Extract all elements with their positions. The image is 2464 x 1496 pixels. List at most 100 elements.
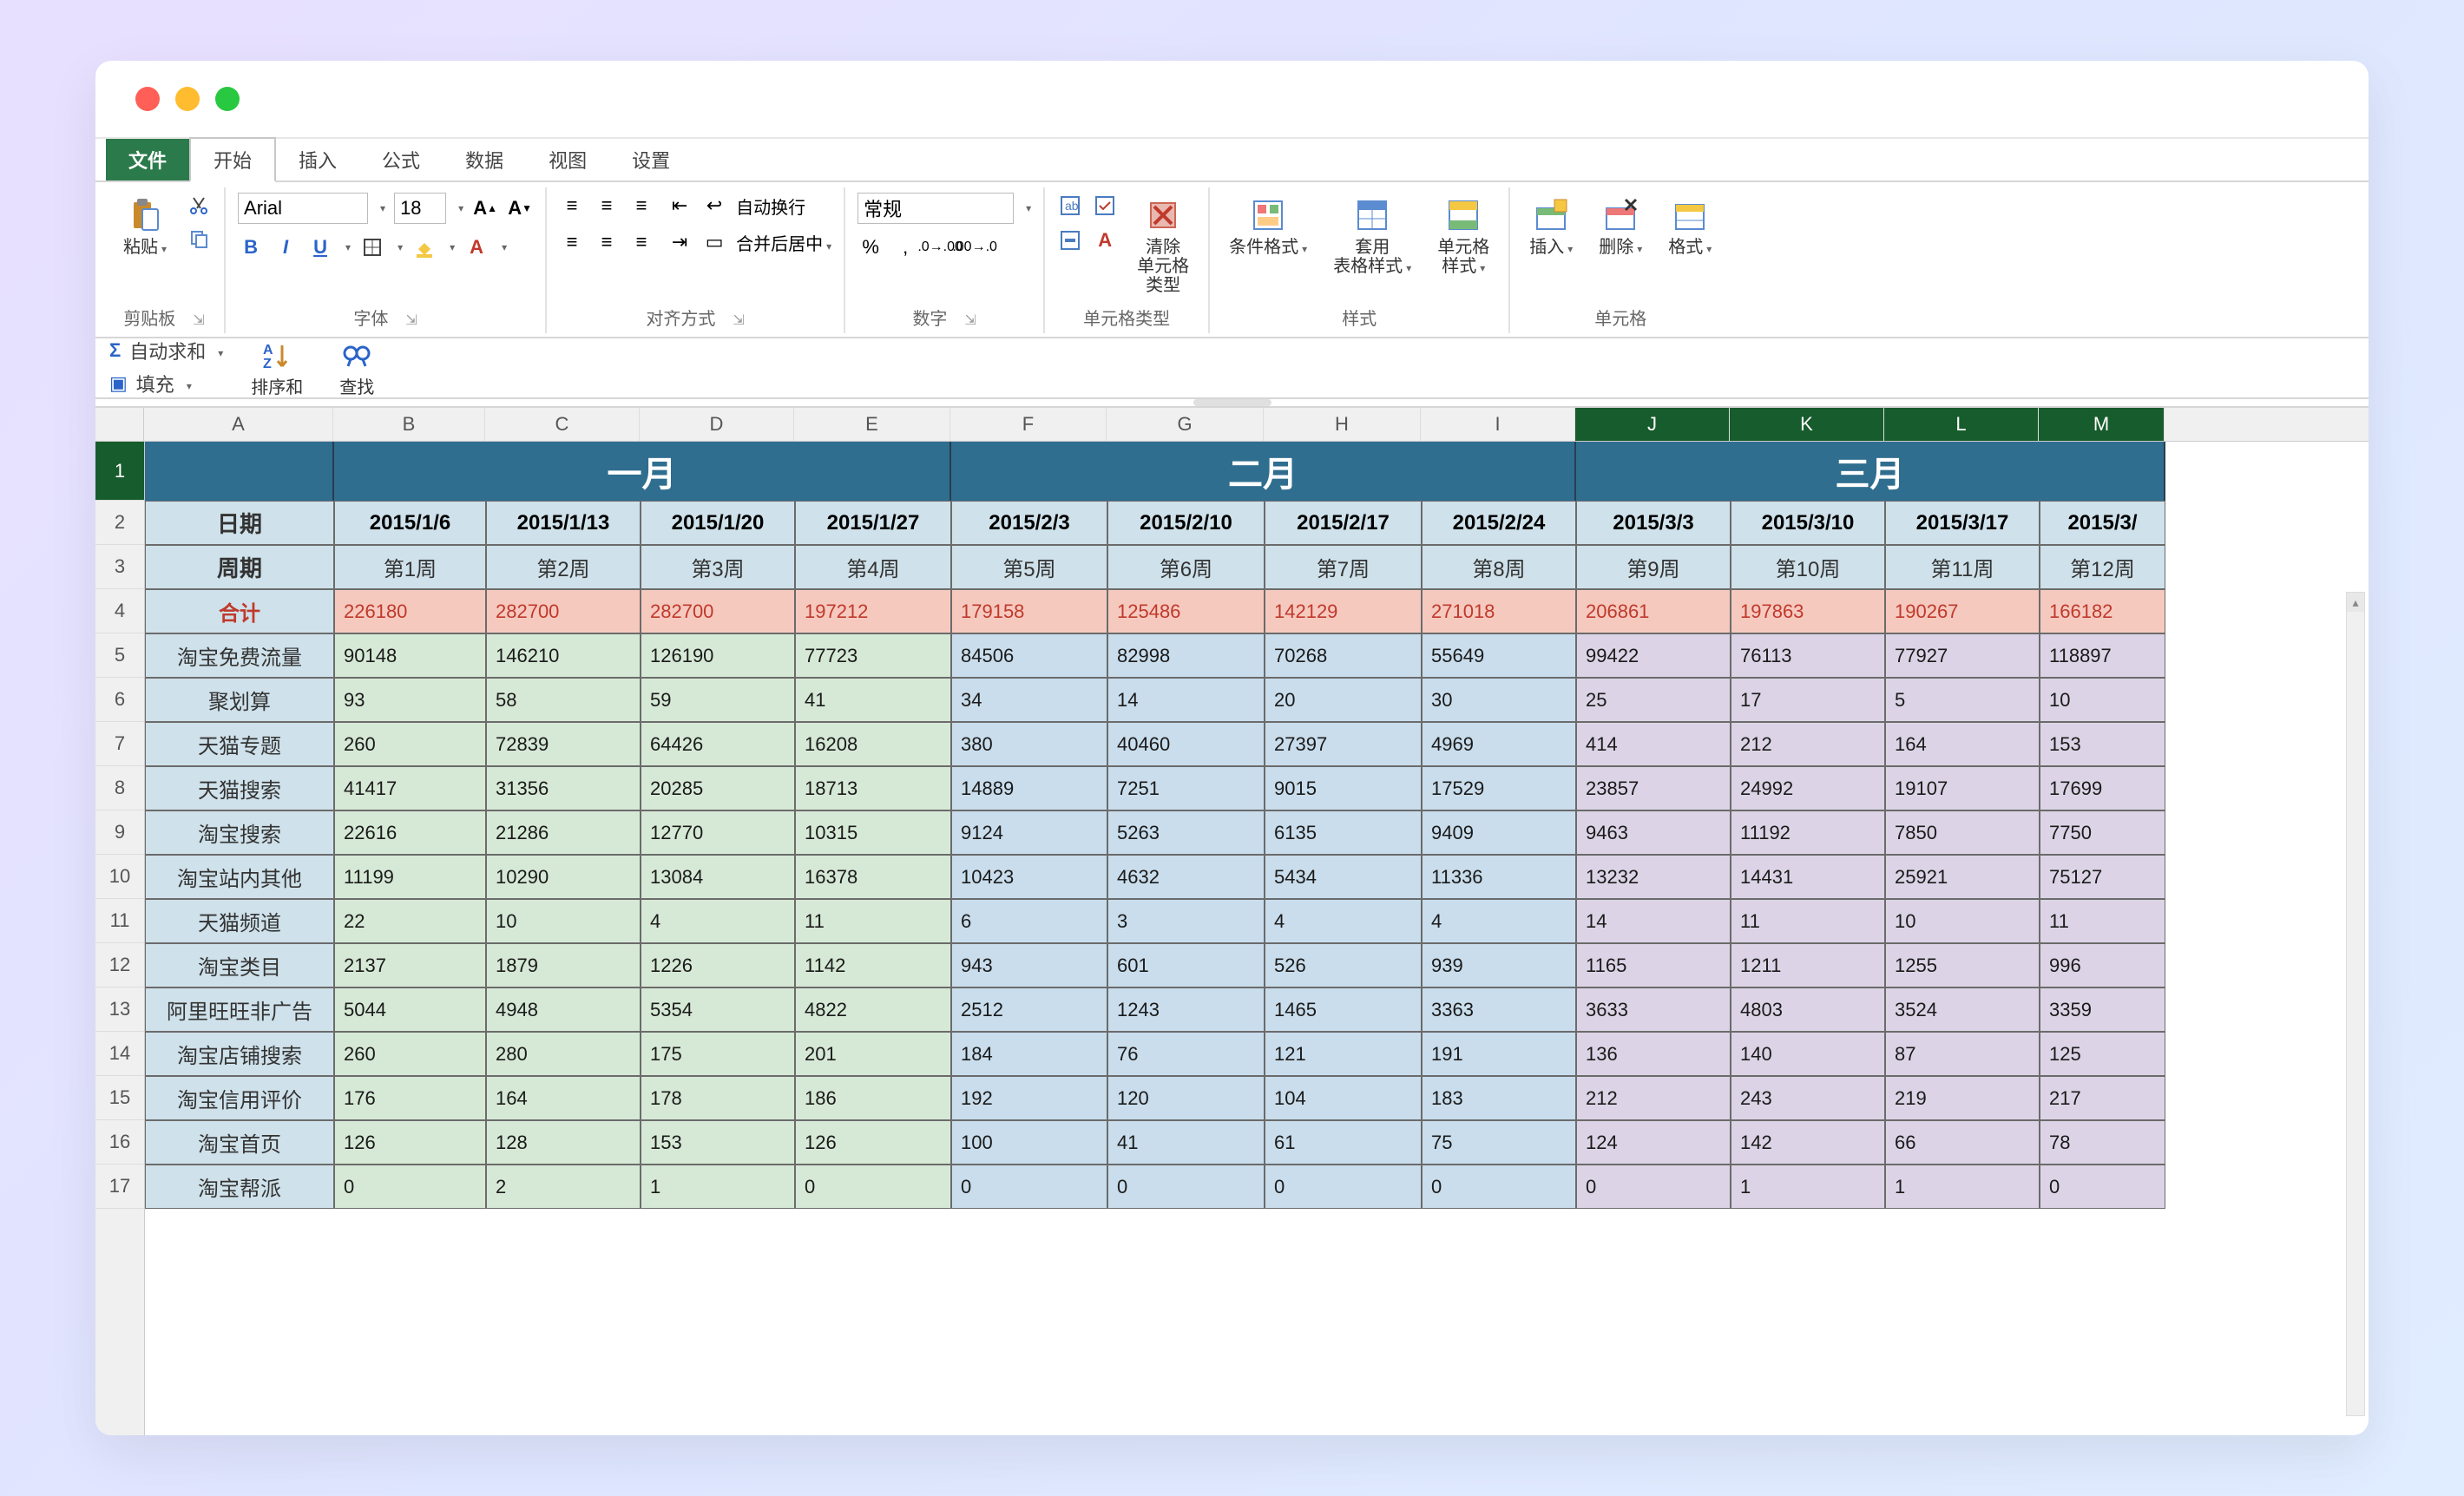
column-header-I[interactable]: I	[1421, 408, 1575, 441]
cell-r14-cF[interactable]: 184	[951, 1032, 1107, 1076]
cell-r2-cL[interactable]: 2015/3/17	[1885, 501, 2040, 545]
row-label-13[interactable]: 阿里旺旺非广告	[145, 987, 334, 1032]
cell-r6-cE[interactable]: 41	[795, 678, 951, 722]
row-header-5[interactable]: 5	[95, 633, 144, 678]
cell-r10-cC[interactable]: 10290	[486, 855, 641, 899]
copy-icon[interactable]	[186, 226, 212, 252]
cell-r15-cB[interactable]: 176	[334, 1076, 486, 1120]
cell-r8-cG[interactable]: 7251	[1107, 766, 1265, 810]
cell-r16-cG[interactable]: 41	[1107, 1120, 1265, 1165]
cell-r17-cH[interactable]: 0	[1265, 1165, 1422, 1209]
cell-r6-cG[interactable]: 14	[1107, 678, 1265, 722]
row-header-10[interactable]: 10	[95, 855, 144, 899]
cell-r4-cK[interactable]: 197863	[1731, 589, 1885, 633]
cell-r10-cJ[interactable]: 13232	[1576, 855, 1731, 899]
celltype-icon-2[interactable]	[1092, 193, 1118, 219]
row-header-15[interactable]: 15	[95, 1076, 144, 1120]
cell-r13-cM[interactable]: 3359	[2040, 987, 2165, 1032]
row-label-9[interactable]: 淘宝搜索	[145, 810, 334, 855]
cell-r11-cF[interactable]: 6	[951, 899, 1107, 943]
align-left-icon[interactable]: ≡	[559, 229, 585, 255]
cell-r5-cF[interactable]: 84506	[951, 633, 1107, 678]
cell-r2-cE[interactable]: 2015/1/27	[795, 501, 951, 545]
wrap-text-button[interactable]: 自动换行	[736, 194, 805, 219]
tab-file[interactable]: 文件	[106, 139, 189, 180]
cell-r10-cM[interactable]: 75127	[2040, 855, 2165, 899]
cell-r8-cF[interactable]: 14889	[951, 766, 1107, 810]
row-header-11[interactable]: 11	[95, 899, 144, 943]
align-top-icon[interactable]: ≡	[559, 193, 585, 219]
cell-r5-cM[interactable]: 118897	[2040, 633, 2165, 678]
number-launcher-icon[interactable]: ⇲	[964, 313, 976, 328]
cell-r12-cL[interactable]: 1255	[1885, 943, 2040, 987]
border-icon[interactable]	[359, 234, 385, 260]
cell-r6-cI[interactable]: 30	[1422, 678, 1576, 722]
cell-r12-cB[interactable]: 2137	[334, 943, 486, 987]
cell-r14-cH[interactable]: 121	[1265, 1032, 1422, 1076]
cell-r9-cH[interactable]: 6135	[1265, 810, 1422, 855]
month-header-mar[interactable]: 三月	[1576, 442, 2165, 501]
cell-r11-cI[interactable]: 4	[1422, 899, 1576, 943]
cell-r11-cE[interactable]: 11	[795, 899, 951, 943]
row-header-4[interactable]: 4	[95, 589, 144, 633]
column-header-D[interactable]: D	[640, 408, 794, 441]
cell-r13-cI[interactable]: 3363	[1422, 987, 1576, 1032]
align-center-icon[interactable]: ≡	[594, 229, 620, 255]
cell-r16-cH[interactable]: 61	[1265, 1120, 1422, 1165]
tab-settings[interactable]: 设置	[609, 139, 693, 180]
cell-r9-cK[interactable]: 11192	[1731, 810, 1885, 855]
scroll-up-icon[interactable]: ▴	[2347, 593, 2364, 612]
cell-r9-cB[interactable]: 22616	[334, 810, 486, 855]
cell-r8-cL[interactable]: 19107	[1885, 766, 2040, 810]
autosum-dropdown-icon[interactable]	[214, 339, 223, 362]
cell-r9-cM[interactable]: 7750	[2040, 810, 2165, 855]
cell-r10-cK[interactable]: 14431	[1731, 855, 1885, 899]
cell-r5-cJ[interactable]: 99422	[1576, 633, 1731, 678]
cell-r14-cD[interactable]: 175	[641, 1032, 795, 1076]
cell-r7-cK[interactable]: 212	[1731, 722, 1885, 766]
cell-r11-cD[interactable]: 4	[641, 899, 795, 943]
cell-r17-cG[interactable]: 0	[1107, 1165, 1265, 1209]
cell-r6-cK[interactable]: 17	[1731, 678, 1885, 722]
row-label-10[interactable]: 淘宝站内其他	[145, 855, 334, 899]
cell-r11-cC[interactable]: 10	[486, 899, 641, 943]
cell-r7-cL[interactable]: 164	[1885, 722, 2040, 766]
cell-r9-cJ[interactable]: 9463	[1576, 810, 1731, 855]
cell-r2-cF[interactable]: 2015/2/3	[951, 501, 1107, 545]
cell-r6-cH[interactable]: 20	[1265, 678, 1422, 722]
row-header-13[interactable]: 13	[95, 987, 144, 1032]
decrease-decimal-icon[interactable]: .00→.0	[962, 234, 988, 260]
cell-r7-cD[interactable]: 64426	[641, 722, 795, 766]
tab-home[interactable]: 开始	[189, 137, 276, 182]
cell-r15-cE[interactable]: 186	[795, 1076, 951, 1120]
cell-r10-cG[interactable]: 4632	[1107, 855, 1265, 899]
column-header-C[interactable]: C	[485, 408, 640, 441]
cell-r3-cF[interactable]: 第5周	[951, 545, 1107, 589]
cell-r16-cK[interactable]: 142	[1731, 1120, 1885, 1165]
cell-r2-cK[interactable]: 2015/3/10	[1731, 501, 1885, 545]
cell-r10-cD[interactable]: 13084	[641, 855, 795, 899]
cell-r4-cI[interactable]: 271018	[1422, 589, 1576, 633]
row-label-week[interactable]: 周期	[145, 545, 334, 589]
increase-decimal-icon[interactable]: .0→.00	[927, 234, 953, 260]
fill-dropdown-icon[interactable]	[183, 372, 192, 395]
cell-r16-cC[interactable]: 128	[486, 1120, 641, 1165]
cell-r4-cF[interactable]: 179158	[951, 589, 1107, 633]
decrease-indent-icon[interactable]: ⇤	[667, 193, 693, 219]
cell-r14-cM[interactable]: 125	[2040, 1032, 2165, 1076]
cell-r7-cI[interactable]: 4969	[1422, 722, 1576, 766]
cell-r8-cB[interactable]: 41417	[334, 766, 486, 810]
fill-color-icon[interactable]	[411, 234, 437, 260]
row-header-14[interactable]: 14	[95, 1032, 144, 1076]
column-header-F[interactable]: F	[950, 408, 1107, 441]
cell-r7-cG[interactable]: 40460	[1107, 722, 1265, 766]
cell-r8-cJ[interactable]: 23857	[1576, 766, 1731, 810]
cell-r17-cM[interactable]: 0	[2040, 1165, 2165, 1209]
clipboard-launcher-icon[interactable]: ⇲	[193, 313, 204, 328]
cell-r7-cB[interactable]: 260	[334, 722, 486, 766]
cell-r8-cI[interactable]: 17529	[1422, 766, 1576, 810]
row-label-11[interactable]: 天猫频道	[145, 899, 334, 943]
row-label-16[interactable]: 淘宝首页	[145, 1120, 334, 1165]
insert-cells-button[interactable]: 插入	[1522, 193, 1580, 260]
decrease-font-icon[interactable]: A▼	[507, 195, 533, 221]
